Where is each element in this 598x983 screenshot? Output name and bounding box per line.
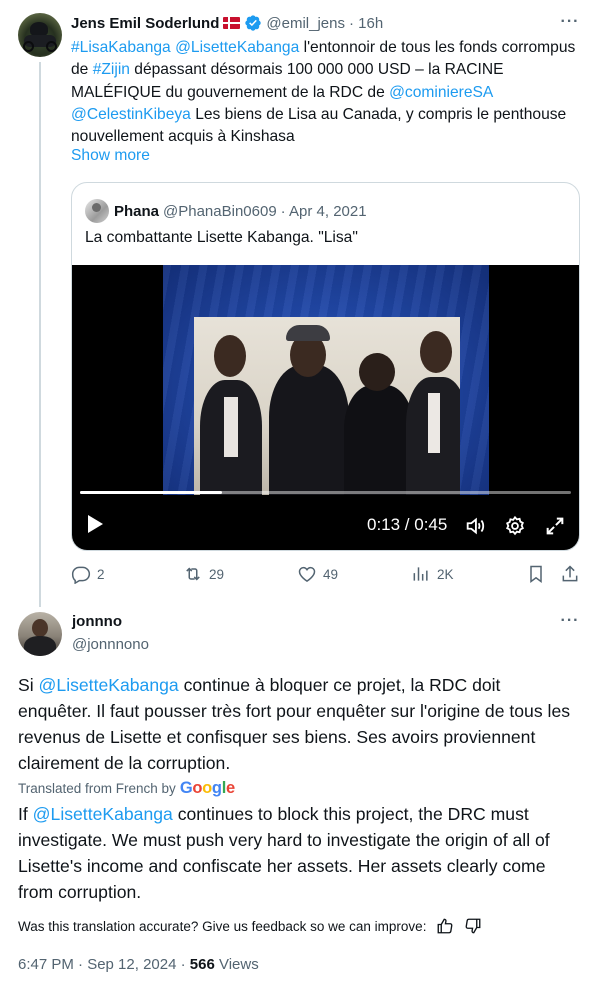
hashtag-or-mention-link[interactable]: #Zijin	[93, 61, 130, 78]
hashtag-or-mention-link[interactable]: #LisaKabanga	[71, 39, 171, 56]
reply-count: 2	[97, 566, 105, 582]
quote-text: La combattante Lisette Kabanga. "Lisa"	[85, 229, 358, 246]
translated-text: If @LisetteKabanga continues to block th…	[18, 801, 578, 905]
thumbs-up-icon[interactable]	[436, 917, 454, 935]
tweet-text: #LisaKabanga @LisetteKabanga l'entonnoir…	[71, 37, 581, 148]
reply-button[interactable]: 2	[71, 564, 105, 584]
quote-author-name[interactable]: Phana	[114, 203, 159, 220]
person-shirt	[224, 397, 238, 457]
person-figure	[344, 385, 414, 495]
avatar-body	[24, 636, 56, 656]
video-progress-bar[interactable]	[80, 491, 571, 494]
quote-header: Phana @PhanaBin0609 · Apr 4, 2021	[85, 199, 367, 223]
quote-author-handle[interactable]: @PhanaBin0609	[163, 203, 277, 220]
thumbs-down-icon[interactable]	[464, 917, 482, 935]
avatar-head	[32, 619, 48, 637]
verified-badge-icon[interactable]	[244, 14, 262, 32]
tweet-timestamp[interactable]: 6:47 PM · Sep 12, 2024 ·	[18, 956, 190, 973]
person-figure	[269, 365, 349, 495]
repost-icon	[186, 567, 200, 581]
person-shirt	[428, 393, 440, 453]
translation-prefix: If	[18, 804, 33, 824]
fullscreen-icon[interactable]	[544, 515, 566, 537]
translated-label[interactable]: Translated from French by	[18, 781, 176, 796]
share-icon[interactable]	[560, 564, 580, 584]
reply-icon	[71, 566, 91, 584]
volume-icon[interactable]	[464, 515, 486, 537]
mention-link[interactable]: @LisetteKabanga	[33, 804, 173, 824]
video-progress-fill	[80, 491, 222, 494]
translation-attribution: Translated from French by Google	[18, 779, 235, 798]
settings-gear-icon[interactable]	[504, 515, 526, 537]
tweet-time[interactable]: · 16h	[349, 15, 383, 32]
text-prefix: Si	[18, 675, 39, 695]
person-head	[214, 335, 246, 377]
views-chart-icon	[413, 567, 428, 581]
like-button[interactable]: 49	[297, 564, 338, 584]
repost-count: 29	[209, 566, 225, 582]
video-frame-photo	[194, 317, 460, 495]
quote-avatar[interactable]	[85, 199, 109, 223]
views-label: Views	[214, 956, 259, 973]
person-head	[359, 353, 395, 391]
quote-date[interactable]: · Apr 4, 2021	[281, 203, 367, 220]
bookmark-icon[interactable]	[526, 564, 546, 584]
hashtag-or-mention-link[interactable]: @CelestinKibeya	[71, 106, 191, 123]
heart-icon	[298, 566, 316, 582]
person-cap	[286, 325, 330, 341]
thread-line	[39, 62, 41, 607]
more-options-icon[interactable]: ···	[560, 14, 580, 35]
more-options-icon[interactable]: ···	[560, 613, 580, 634]
repost-button[interactable]: 29	[183, 564, 224, 584]
mention-link[interactable]: @LisetteKabanga	[39, 675, 179, 695]
author-name[interactable]: jonnno	[72, 613, 122, 630]
video-player[interactable]: 0:13 / 0:45	[72, 265, 579, 550]
tweet-actions: 2 29 49 2K	[71, 564, 581, 586]
hashtag-or-mention-link[interactable]: @cominiereSA	[389, 84, 492, 101]
denmark-flag-icon	[223, 17, 241, 29]
views-count: 566	[189, 956, 215, 973]
author-name[interactable]: Jens Emil Soderlund	[71, 15, 219, 32]
author-handle[interactable]: @emil_jens	[266, 15, 345, 32]
avatar-rider	[30, 22, 48, 36]
tweet-text: Si @LisetteKabanga continue à bloquer ce…	[18, 672, 578, 776]
tweet-metadata: 6:47 PM · Sep 12, 2024 · 566 Views	[18, 956, 259, 973]
avatar[interactable]	[18, 13, 62, 57]
avatar[interactable]	[18, 612, 62, 656]
quoted-tweet[interactable]: Phana @PhanaBin0609 · Apr 4, 2021 La com…	[71, 182, 580, 551]
hashtag-or-mention-link[interactable]: @LisetteKabanga	[175, 39, 299, 56]
avatar-wheel	[46, 41, 57, 52]
show-more-link[interactable]: Show more	[71, 147, 150, 165]
author-handle[interactable]: @jonnnono	[72, 636, 149, 653]
translation-feedback: Was this translation accurate? Give us f…	[18, 917, 482, 935]
video-time: 0:13 / 0:45	[367, 515, 448, 534]
views-button[interactable]: 2K	[411, 564, 454, 584]
like-count: 49	[323, 566, 339, 582]
play-icon[interactable]	[88, 515, 103, 533]
avatar-wheel	[23, 41, 34, 52]
feedback-text: Was this translation accurate? Give us f…	[18, 918, 427, 934]
views-count: 2K	[437, 566, 454, 582]
person-head	[420, 331, 452, 373]
tweet-header: Jens Emil Soderlund @emil_jens · 16h	[71, 13, 383, 33]
google-logo: Google	[179, 779, 235, 797]
